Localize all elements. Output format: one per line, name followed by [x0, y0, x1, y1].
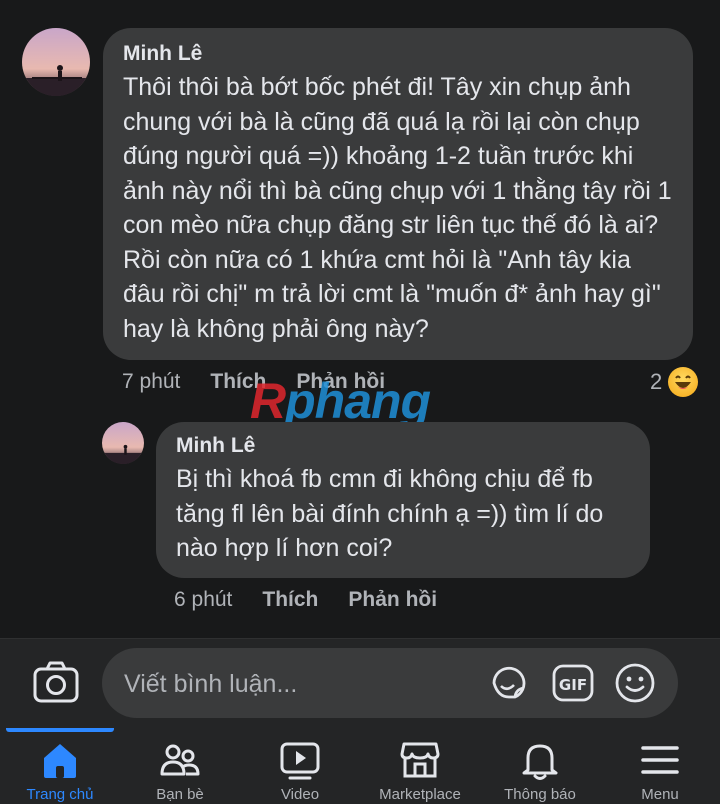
avatar[interactable] [22, 28, 90, 96]
nav-item-marketplace[interactable]: Marketplace [360, 728, 480, 804]
nav-label: Marketplace [379, 786, 461, 803]
bottom-nav: Trang chủ Bạn bè Video Marketplace Thông… [0, 728, 720, 804]
home-icon [44, 744, 76, 778]
reaction-summary[interactable]: 2 [650, 367, 699, 397]
comment-time: 7 phút [122, 370, 181, 393]
reply-button[interactable]: Phản hồi [348, 588, 437, 612]
haha-emoji-icon [668, 367, 699, 397]
comment-author[interactable]: Minh Lê [176, 434, 630, 458]
nav-label: Bạn bè [156, 786, 204, 803]
bell-icon [522, 744, 558, 780]
emoji-icon[interactable] [614, 662, 656, 704]
friends-icon [160, 744, 200, 776]
comment-input[interactable] [122, 648, 466, 720]
menu-icon [641, 746, 679, 774]
svg-text:GIF: GIF [559, 676, 587, 694]
sticker-icon[interactable] [488, 662, 530, 704]
nav-label: Thông báo [504, 786, 576, 803]
video-icon [280, 742, 320, 780]
reaction-count: 2 [650, 369, 663, 394]
nav-item-home[interactable]: Trang chủ [0, 728, 120, 804]
comment-bubble[interactable]: Minh Lê Thôi thôi bà bớt bốc phét đi! Tâ… [103, 28, 693, 360]
comment-author[interactable]: Minh Lê [123, 42, 673, 66]
nav-label: Video [280, 786, 320, 803]
comment-meta: 6 phút Thích Phản hồi [174, 588, 437, 612]
marketplace-icon [400, 742, 440, 778]
avatar[interactable] [102, 422, 144, 464]
nav-label: Menu [641, 786, 679, 803]
comment-text: Bị thì khoá fb cmn đi không chịu để fb t… [176, 465, 604, 562]
comment-text: Thôi thôi bà bớt bốc phét đi! Tây xin ch… [123, 73, 672, 343]
nav-item-friends[interactable]: Bạn bè [120, 728, 240, 804]
nav-item-menu[interactable]: Menu [600, 728, 720, 804]
comment-bubble[interactable]: Minh Lê Bị thì khoá fb cmn đi không chịu… [156, 422, 650, 578]
camera-icon[interactable] [32, 660, 80, 706]
nav-label: Trang chủ [26, 786, 94, 803]
nav-item-video[interactable]: Video [240, 728, 360, 804]
nav-item-notifications[interactable]: Thông báo [480, 728, 600, 804]
like-button[interactable]: Thích [262, 588, 318, 612]
gif-icon[interactable]: GIF [552, 662, 594, 704]
comment-time: 6 phút [174, 588, 233, 611]
comment-input-field[interactable]: GIF [102, 648, 678, 720]
